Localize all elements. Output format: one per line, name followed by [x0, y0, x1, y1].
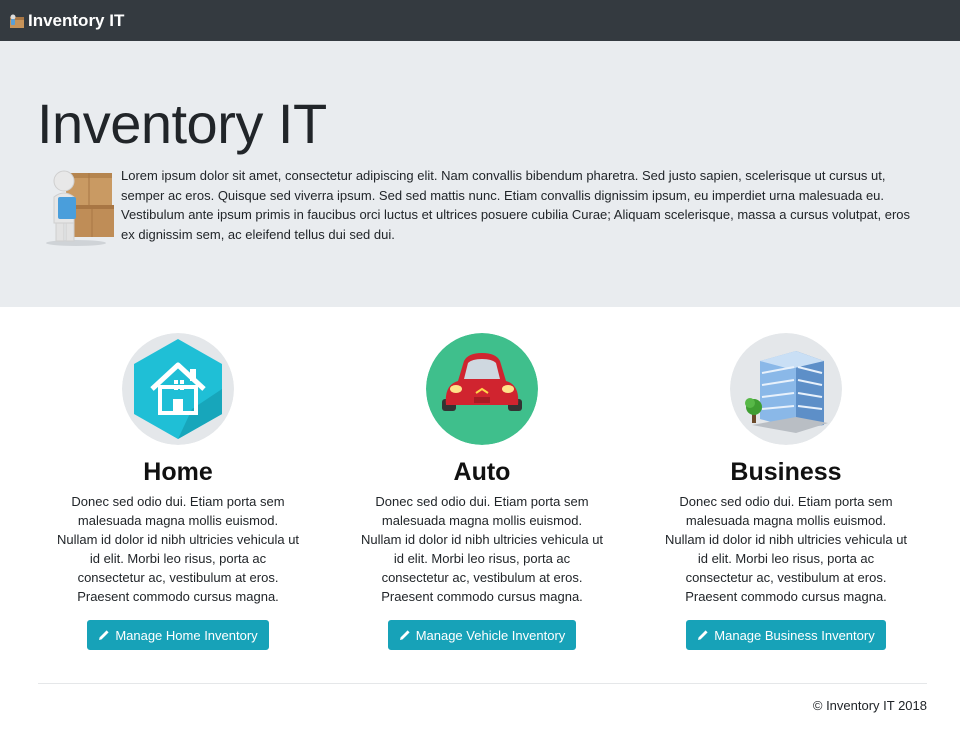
manage-home-inventory-button[interactable]: Manage Home Inventory [87, 620, 269, 650]
pencil-icon [698, 630, 708, 640]
column-auto: Auto Donec sed odio dui. Etiam porta sem… [352, 333, 612, 650]
column-title: Home [143, 458, 213, 486]
car-icon [426, 333, 538, 445]
column-title: Auto [453, 458, 511, 486]
column-text: Donec sed odio dui. Etiam porta sem male… [360, 494, 604, 604]
building-icon [730, 333, 842, 445]
jumbotron: Inventory IT Lorem ipsum dolor sit amet,… [0, 41, 960, 307]
button-label: Manage Business Inventory [714, 627, 875, 643]
column-text: Donec sed odio dui. Etiam porta sem male… [56, 494, 300, 604]
brand-name: Inventory IT [28, 10, 125, 30]
button-label: Manage Vehicle Inventory [415, 627, 566, 643]
pencil-icon [99, 630, 109, 640]
footer-divider [38, 683, 927, 684]
column-home: Home Donec sed odio dui. Etiam porta sem… [48, 333, 308, 650]
house-icon [122, 333, 234, 445]
page-title: Inventory IT [37, 92, 327, 155]
button-label: Manage Home Inventory [115, 627, 258, 643]
navbar: Inventory IT [0, 0, 960, 41]
column-title: Business [730, 458, 842, 486]
intro-paragraph: Lorem ipsum dolor sit amet, consectetur … [121, 168, 911, 242]
column-business: Business Donec sed odio dui. Etiam porta… [656, 333, 916, 650]
manage-vehicle-inventory-button[interactable]: Manage Vehicle Inventory [387, 620, 577, 650]
footer-copyright: © Inventory IT 2018 [812, 698, 927, 713]
manage-business-inventory-button[interactable]: Manage Business Inventory [686, 620, 886, 650]
brand-link[interactable]: Inventory IT [8, 11, 124, 31]
column-text: Donec sed odio dui. Etiam porta sem male… [664, 494, 908, 604]
person-with-boxes-icon [40, 167, 116, 247]
pencil-icon [399, 630, 410, 640]
box-logo-icon [8, 13, 26, 29]
